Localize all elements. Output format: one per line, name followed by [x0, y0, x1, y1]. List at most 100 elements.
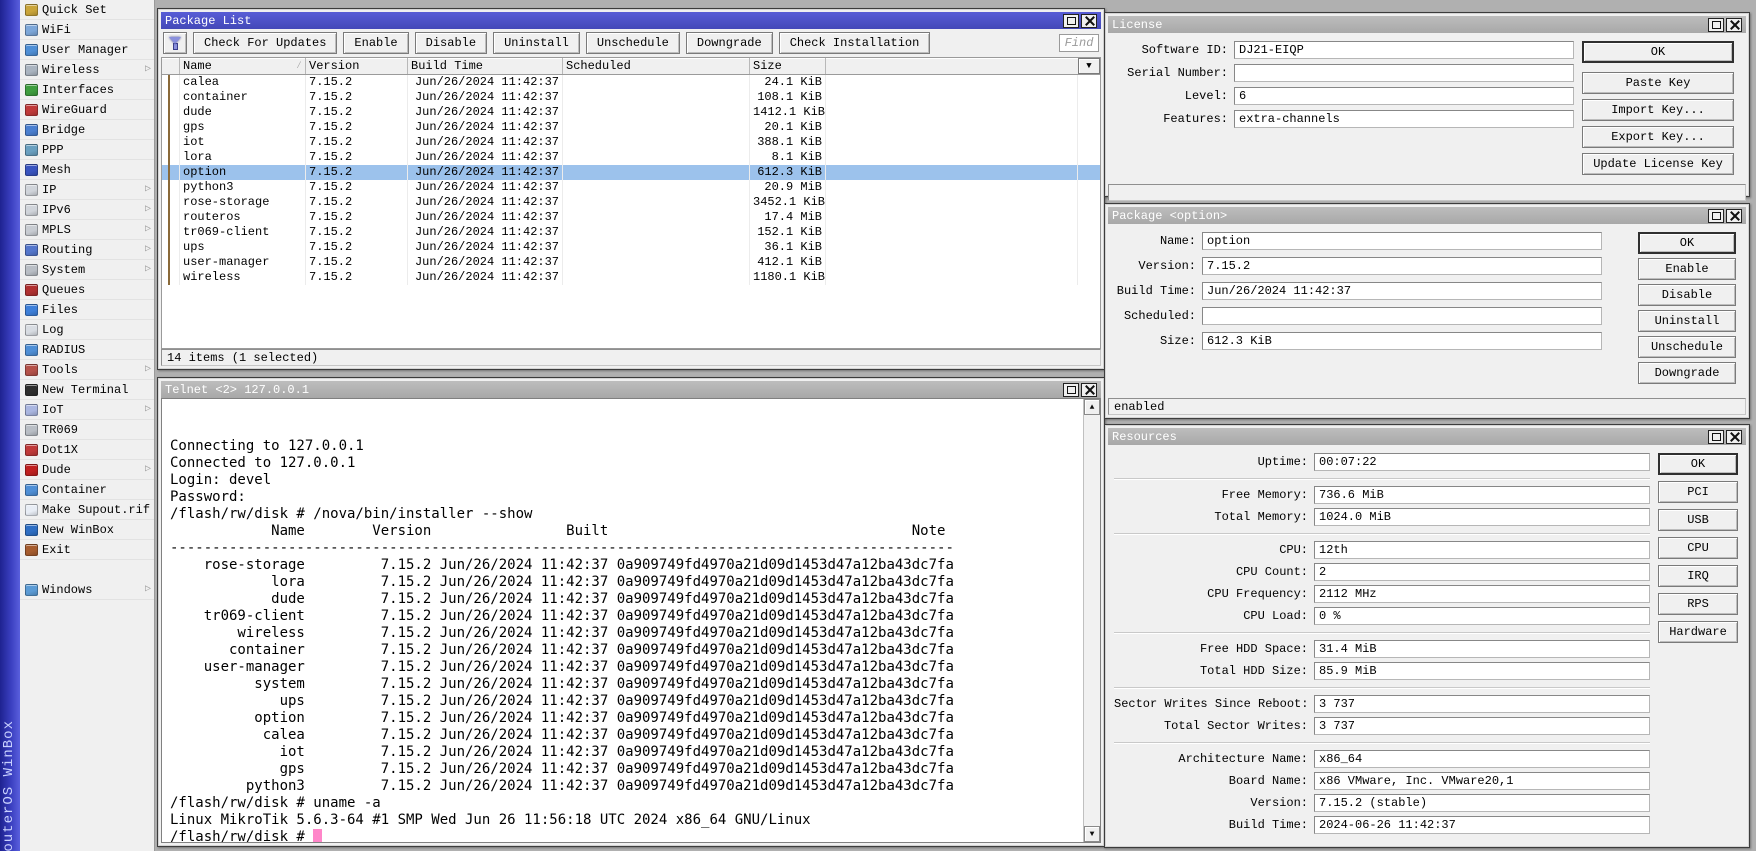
sidebar-item-wireguard[interactable]: WireGuard — [20, 100, 154, 120]
sidebar-item-ip[interactable]: IP▷ — [20, 180, 154, 200]
sidebar-item-user-manager[interactable]: User Manager — [20, 40, 154, 60]
table-row[interactable]: rose-storage7.15.2Jun/26/2024 11:42:3734… — [162, 195, 1100, 210]
sidebar-item-routing[interactable]: Routing▷ — [20, 240, 154, 260]
size-field[interactable]: 612.3 KiB — [1202, 332, 1602, 350]
package-list-titlebar[interactable]: Package List — [161, 12, 1101, 29]
find-button[interactable]: Find — [1059, 34, 1099, 52]
maximize-button[interactable] — [1063, 383, 1079, 397]
sidebar-item-interfaces[interactable]: Interfaces — [20, 80, 154, 100]
cpu-count-field[interactable]: 2 — [1314, 563, 1650, 581]
terminal-scrollbar[interactable]: ▲ ▼ — [1083, 399, 1100, 842]
sidebar-item-queues[interactable]: Queues — [20, 280, 154, 300]
ok-button[interactable]: OK — [1638, 232, 1736, 254]
column-header-build-time[interactable]: Build Time — [408, 58, 563, 74]
total-hdd-size-field[interactable]: 85.9 MiB — [1314, 662, 1650, 680]
sidebar-item-wifi[interactable]: WiFi — [20, 20, 154, 40]
sidebar-item-mpls[interactable]: MPLS▷ — [20, 220, 154, 240]
uninstall-button[interactable]: Uninstall — [1638, 310, 1736, 332]
unschedule-button[interactable]: Unschedule — [586, 32, 680, 54]
table-row[interactable]: lora7.15.2Jun/26/2024 11:42:378.1 KiB — [162, 150, 1100, 165]
table-row[interactable]: gps7.15.2Jun/26/2024 11:42:3720.1 KiB — [162, 120, 1100, 135]
check-installation-button[interactable]: Check Installation — [779, 32, 931, 54]
table-row[interactable]: python37.15.2Jun/26/2024 11:42:3720.9 Mi… — [162, 180, 1100, 195]
architecture-name-field[interactable]: x86_64 — [1314, 750, 1650, 768]
terminal-output[interactable]: Connecting to 127.0.0.1 Connected to 127… — [162, 399, 1083, 842]
serial-number-field[interactable] — [1234, 64, 1574, 82]
uptime-field[interactable]: 00:07:22 — [1314, 453, 1650, 471]
build-time-field[interactable]: Jun/26/2024 11:42:37 — [1202, 282, 1602, 300]
sidebar-item-new-terminal[interactable]: New Terminal — [20, 380, 154, 400]
table-row[interactable]: option7.15.2Jun/26/2024 11:42:37612.3 Ki… — [162, 165, 1100, 180]
sidebar-item-log[interactable]: Log — [20, 320, 154, 340]
table-row[interactable]: calea7.15.2Jun/26/2024 11:42:3724.1 KiB — [162, 75, 1100, 90]
table-row[interactable]: routeros7.15.2Jun/26/2024 11:42:3717.4 M… — [162, 210, 1100, 225]
board-name-field[interactable]: x86 VMware, Inc. VMware20,1 — [1314, 772, 1650, 790]
table-row[interactable]: dude7.15.2Jun/26/2024 11:42:371412.1 KiB — [162, 105, 1100, 120]
column-header-name[interactable]: Name∕ — [180, 58, 306, 74]
license-titlebar[interactable]: License — [1108, 16, 1746, 33]
scheduled-field[interactable] — [1202, 307, 1602, 325]
sidebar-item-tr069[interactable]: TR069 — [20, 420, 154, 440]
sidebar-item-bridge[interactable]: Bridge — [20, 120, 154, 140]
sidebar-item-new-winbox[interactable]: New WinBox — [20, 520, 154, 540]
version-field[interactable]: 7.15.2 — [1202, 257, 1602, 275]
rps-button[interactable]: RPS — [1658, 593, 1738, 615]
telnet-titlebar[interactable]: Telnet <2> 127.0.0.1 — [161, 381, 1101, 398]
import-key-button[interactable]: Import Key... — [1582, 99, 1734, 121]
unschedule-button[interactable]: Unschedule — [1638, 336, 1736, 358]
ok-button[interactable]: OK — [1658, 453, 1738, 475]
table-row[interactable]: user-manager7.15.2Jun/26/2024 11:42:3741… — [162, 255, 1100, 270]
uninstall-button[interactable]: Uninstall — [493, 32, 580, 54]
close-button[interactable] — [1726, 209, 1742, 223]
disable-button[interactable]: Disable — [1638, 284, 1736, 306]
usb-button[interactable]: USB — [1658, 509, 1738, 531]
enable-button[interactable]: Enable — [1638, 258, 1736, 280]
close-button[interactable] — [1081, 14, 1097, 28]
total-sector-writes-field[interactable]: 3 737 — [1314, 717, 1650, 735]
irq-button[interactable]: IRQ — [1658, 565, 1738, 587]
sidebar-item-exit[interactable]: Exit — [20, 540, 154, 560]
scroll-down-icon[interactable]: ▼ — [1084, 826, 1100, 842]
sidebar-item-wireless[interactable]: Wireless▷ — [20, 60, 154, 80]
disable-button[interactable]: Disable — [415, 32, 487, 54]
ok-button[interactable]: OK — [1582, 41, 1734, 63]
maximize-button[interactable] — [1708, 430, 1724, 444]
pci-button[interactable]: PCI — [1658, 481, 1738, 503]
sidebar-item-container[interactable]: Container — [20, 480, 154, 500]
total-memory-field[interactable]: 1024.0 MiB — [1314, 508, 1650, 526]
name-field[interactable]: option — [1202, 232, 1602, 250]
enable-button[interactable]: Enable — [343, 32, 408, 54]
sidebar-item-ipv6[interactable]: IPv6▷ — [20, 200, 154, 220]
features-field[interactable]: extra-channels — [1234, 110, 1574, 128]
sidebar-item-iot[interactable]: IoT▷ — [20, 400, 154, 420]
check-for-updates-button[interactable]: Check For Updates — [193, 32, 337, 54]
free-memory-field[interactable]: 736.6 MiB — [1314, 486, 1650, 504]
sidebar-item-make-supout-rif[interactable]: Make Supout.rif — [20, 500, 154, 520]
table-row[interactable]: ups7.15.2Jun/26/2024 11:42:3736.1 KiB — [162, 240, 1100, 255]
sector-writes-since-reboot-field[interactable]: 3 737 — [1314, 695, 1650, 713]
maximize-button[interactable] — [1063, 14, 1079, 28]
column-header-scheduled[interactable]: Scheduled — [563, 58, 750, 74]
cpu-load-field[interactable]: 0 % — [1314, 607, 1650, 625]
sidebar-item-dude[interactable]: Dude▷ — [20, 460, 154, 480]
downgrade-button[interactable]: Downgrade — [1638, 362, 1736, 384]
sidebar-item-system[interactable]: System▷ — [20, 260, 154, 280]
table-row[interactable]: tr069-client7.15.2Jun/26/2024 11:42:3715… — [162, 225, 1100, 240]
sidebar-item-dot1x[interactable]: Dot1X — [20, 440, 154, 460]
level-field[interactable]: 6 — [1234, 87, 1574, 105]
table-row[interactable]: wireless7.15.2Jun/26/2024 11:42:371180.1… — [162, 270, 1100, 285]
downgrade-button[interactable]: Downgrade — [686, 32, 773, 54]
hardware-button[interactable]: Hardware — [1658, 621, 1738, 643]
column-header-size[interactable]: Size — [750, 58, 826, 74]
update-license-key-button[interactable]: Update License Key — [1582, 153, 1734, 175]
column-header-version[interactable]: Version — [306, 58, 408, 74]
sidebar-item-ppp[interactable]: PPP — [20, 140, 154, 160]
software-id-field[interactable]: DJ21-EIQP — [1234, 41, 1574, 59]
close-button[interactable] — [1081, 383, 1097, 397]
maximize-button[interactable] — [1708, 18, 1724, 32]
resources-titlebar[interactable]: Resources — [1108, 428, 1746, 445]
version-field[interactable]: 7.15.2 (stable) — [1314, 794, 1650, 812]
filter-button[interactable] — [163, 32, 187, 54]
scroll-up-icon[interactable]: ▲ — [1084, 399, 1100, 415]
close-button[interactable] — [1726, 430, 1742, 444]
